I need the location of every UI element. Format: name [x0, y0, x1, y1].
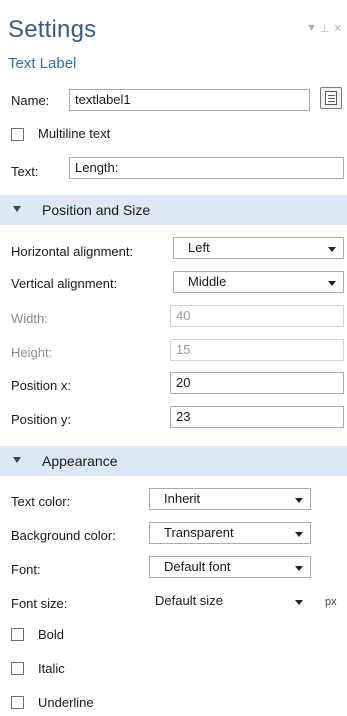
font-size-value: Default size — [155, 593, 223, 608]
chevron-down-icon — [295, 600, 303, 605]
font-select[interactable]: Default font — [149, 556, 311, 578]
position-x-label: Position x: — [11, 378, 71, 393]
bold-checkbox[interactable] — [11, 628, 24, 641]
position-x-field[interactable]: 20 — [170, 372, 344, 394]
section-title: Appearance — [42, 453, 118, 469]
vertical-alignment-select[interactable]: Middle — [173, 271, 344, 293]
width-label: Width: — [11, 311, 48, 326]
text-color-value: Inherit — [164, 491, 201, 506]
chevron-down-icon — [295, 566, 303, 571]
underline-checkbox[interactable] — [11, 696, 24, 709]
multiline-checkbox[interactable] — [11, 128, 24, 141]
appearance-section-header[interactable]: Appearance — [0, 446, 347, 476]
collapse-triangle-icon — [13, 457, 21, 463]
name-field[interactable]: textlabel1 — [69, 89, 310, 111]
pin-icon[interactable]: ⊥ — [320, 22, 330, 35]
horizontal-alignment-select[interactable]: Left — [173, 237, 344, 259]
collapse-triangle-icon — [13, 206, 21, 212]
vertical-alignment-value: Middle — [188, 274, 227, 289]
position-y-field[interactable]: 23 — [170, 406, 344, 428]
horizontal-alignment-value: Left — [188, 240, 210, 255]
text-label: Text: — [11, 164, 39, 179]
position-size-section-header[interactable]: Position and Size — [0, 195, 347, 225]
edit-name-button[interactable] — [320, 87, 342, 109]
position-y-label: Position y: — [11, 412, 71, 427]
node-type-subtitle: Text Label — [8, 55, 77, 72]
multiline-label: Multiline text — [38, 126, 111, 141]
height-field: 15 — [170, 339, 344, 361]
text-color-label: Text color: — [11, 494, 71, 509]
chevron-down-icon — [328, 281, 336, 286]
underline-label: Underline — [38, 695, 94, 710]
font-size-combobox[interactable]: Default size — [149, 590, 311, 612]
chevron-down-icon — [295, 498, 303, 503]
font-label: Font: — [11, 562, 41, 577]
text-color-select[interactable]: Inherit — [149, 488, 311, 510]
horizontal-alignment-label: Horizontal alignment: — [11, 244, 134, 259]
height-label: Height: — [11, 345, 53, 360]
background-color-label: Background color: — [11, 528, 116, 543]
name-label: Name: — [11, 93, 50, 108]
edit-text-icon — [325, 91, 337, 105]
page-title: Settings — [8, 16, 97, 43]
italic-checkbox[interactable] — [11, 662, 24, 675]
vertical-alignment-label: Vertical alignment: — [11, 276, 118, 291]
section-title: Position and Size — [42, 202, 151, 218]
bold-label: Bold — [38, 627, 65, 642]
close-icon[interactable]: × — [334, 20, 342, 35]
background-color-value: Transparent — [164, 525, 234, 540]
background-color-select[interactable]: Transparent — [149, 522, 311, 544]
chevron-down-icon — [328, 247, 336, 252]
chevron-down-icon — [295, 532, 303, 537]
width-field: 40 — [170, 305, 344, 327]
font-size-unit: px — [325, 596, 337, 608]
text-field[interactable]: Length: — [69, 157, 344, 179]
italic-label: Italic — [38, 661, 65, 676]
window-menu-icon[interactable]: ▼ — [306, 22, 317, 34]
font-value: Default font — [164, 559, 231, 574]
font-size-label: Font size: — [11, 596, 68, 611]
